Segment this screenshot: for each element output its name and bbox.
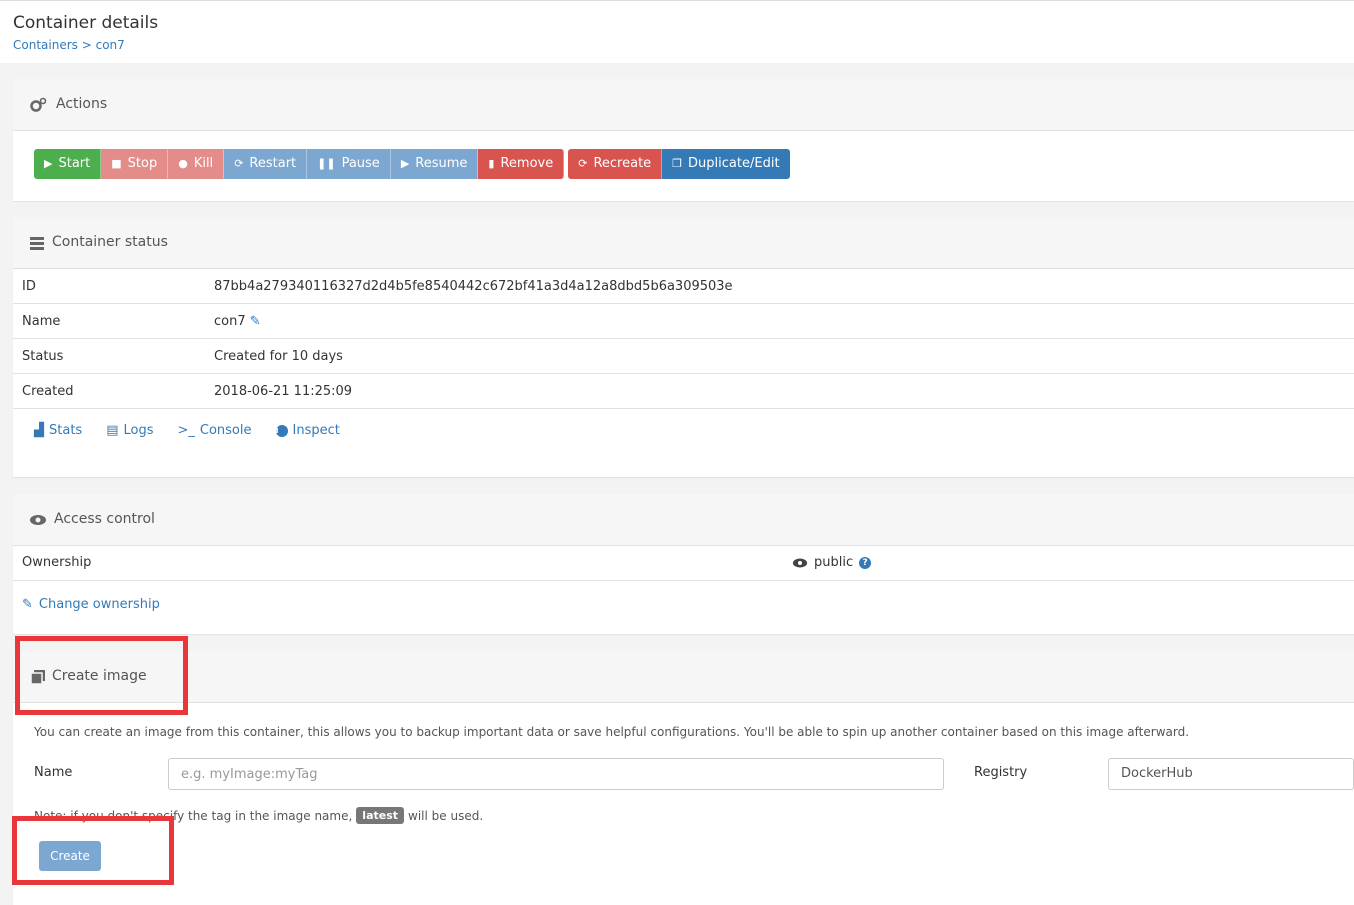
restart-button-label: Restart [249, 156, 297, 171]
change-ownership-label: Change ownership [38, 597, 160, 612]
access-control-title: Access control [54, 511, 155, 527]
kill-button[interactable]: ● Kill [168, 149, 225, 179]
cogs-icon [30, 97, 47, 112]
container-status-table: ID 87bb4a279340116327d2d4b5fe8540442c672… [13, 269, 1354, 409]
access-control-panel: Access control Ownership public ? ✎ Chan… [13, 494, 1354, 634]
table-row: Status Created for 10 days [13, 338, 1354, 374]
edit-icon: ✎ [22, 597, 33, 612]
page-header: Container details Containers > con7 [0, 0, 1354, 63]
pause-button[interactable]: ❚❚ Pause [307, 149, 391, 179]
resume-button-label: Resume [415, 156, 468, 171]
start-button[interactable]: ▶ Start [34, 149, 102, 179]
latest-tag-badge: latest [356, 807, 405, 824]
id-label: ID [13, 269, 205, 304]
stats-link[interactable]: ▟ Stats [34, 423, 82, 438]
pause-icon: ❚❚ [317, 157, 336, 170]
table-row: ID 87bb4a279340116327d2d4b5fe8540442c672… [13, 269, 1354, 304]
actions-button-group: ▶ Start ■ Stop ● Kill ⟳ Restart ❚❚ Pause ▶ Res… [34, 149, 790, 179]
logs-link[interactable]: ▤ Logs [106, 423, 153, 438]
highlight-box-create-button [12, 816, 174, 885]
copy-icon: ❐ [672, 157, 683, 170]
area-chart-icon: ▟ [34, 423, 44, 438]
ownership-row: Ownership public ? [13, 546, 1354, 581]
id-value: 87bb4a279340116327d2d4b5fe8540442c672bf4… [205, 269, 1354, 304]
eye-icon [792, 558, 808, 568]
name-label: Name [13, 303, 205, 339]
container-links: ▟ Stats ▤ Logs >_ Console i Inspect [34, 423, 340, 438]
terminal-icon: >_ [177, 423, 195, 438]
info-circle-icon: i [275, 424, 288, 437]
play-icon: ▶ [400, 157, 410, 170]
edit-icon[interactable]: ✎ [250, 314, 261, 329]
kill-button-label: Kill [193, 156, 214, 171]
image-name-input[interactable] [168, 758, 944, 790]
name-value: con7 [214, 313, 246, 329]
file-text-icon: ▤ [106, 423, 119, 438]
container-status-title: Container status [52, 234, 168, 250]
stop-icon: ■ [111, 157, 122, 170]
refresh-icon: ⟳ [234, 157, 244, 170]
page-title: Container details [13, 13, 159, 33]
restart-button[interactable]: ⟳ Restart [224, 149, 308, 179]
access-control-header: Access control [13, 494, 1354, 546]
logs-link-label: Logs [123, 423, 154, 438]
created-label: Created [13, 373, 205, 409]
ownership-label: Ownership [22, 555, 92, 570]
duplicate-edit-button[interactable]: ❐ Duplicate/Edit [662, 149, 790, 179]
help-icon[interactable]: ? [859, 557, 872, 569]
pause-button-label: Pause [341, 156, 380, 171]
create-image-description: You can create an image from this contai… [34, 725, 1190, 739]
breadcrumb-current[interactable]: con7 [96, 38, 125, 52]
console-link-label: Console [199, 423, 252, 438]
highlight-box-create-image [15, 636, 188, 715]
container-status-panel: Container status ID 87bb4a279340116327d2… [13, 217, 1354, 477]
actions-panel-header: Actions [13, 79, 1354, 131]
ownership-value: public [814, 555, 854, 570]
image-name-label: Name [34, 765, 73, 780]
status-value: Created for 10 days [205, 338, 1354, 374]
actions-title: Actions [56, 96, 108, 112]
inspect-link[interactable]: i Inspect [275, 423, 340, 438]
remove-button[interactable]: ▮ Remove [478, 149, 565, 179]
note-text-after: will be used. [408, 808, 484, 823]
play-icon: ▶ [44, 157, 53, 170]
resume-button[interactable]: ▶ Resume [390, 149, 479, 179]
create-image-header: Create image [13, 651, 1354, 703]
inspect-link-label: Inspect [292, 423, 340, 438]
ownership-value-wrap: public ? [792, 546, 872, 580]
change-ownership-link[interactable]: ✎ Change ownership [22, 597, 160, 612]
table-row: Name con7 ✎ [13, 303, 1354, 339]
stop-button[interactable]: ■ Stop [101, 149, 169, 179]
start-button-label: Start [58, 156, 91, 171]
console-link[interactable]: >_ Console [177, 423, 251, 438]
trash-icon: ▮ [488, 157, 495, 170]
server-icon [30, 237, 44, 250]
status-label: Status [13, 338, 205, 374]
eye-icon [30, 515, 46, 525]
registry-selected-value: DockerHub [1121, 766, 1193, 781]
breadcrumb-containers-link[interactable]: Containers [13, 38, 78, 52]
create-image-panel: Create image You can create an image fro… [13, 651, 1354, 905]
recreate-button-label: Recreate [593, 156, 652, 171]
table-row: Created 2018-06-21 11:25:09 [13, 373, 1354, 409]
actions-panel: Actions ▶ Start ■ Stop ● Kill ⟳ Restart ❚❚ Pa… [13, 79, 1354, 201]
refresh-icon: ⟳ [578, 157, 588, 170]
breadcrumb: Containers > con7 [13, 38, 125, 52]
breadcrumb-separator: > [77, 38, 96, 52]
duplicate-edit-button-label: Duplicate/Edit [688, 156, 780, 171]
stop-button-label: Stop [127, 156, 158, 171]
container-status-header: Container status [13, 217, 1354, 269]
name-cell: con7 ✎ [205, 303, 1354, 339]
remove-button-label: Remove [500, 156, 554, 171]
registry-label: Registry [974, 765, 1028, 780]
created-value: 2018-06-21 11:25:09 [205, 373, 1354, 409]
recreate-button[interactable]: ⟳ Recreate [568, 149, 663, 179]
registry-select[interactable]: DockerHub [1108, 758, 1354, 790]
stats-link-label: Stats [49, 423, 83, 438]
bomb-icon: ● [178, 157, 188, 170]
